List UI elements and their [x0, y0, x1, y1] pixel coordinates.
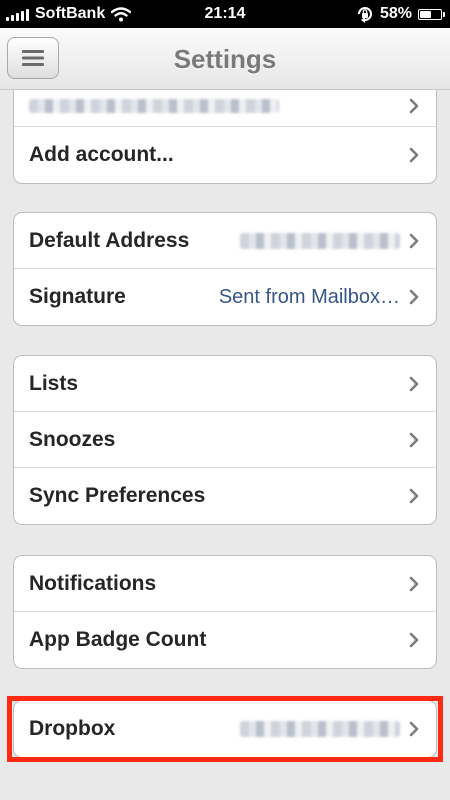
- chevron-right-icon: [409, 147, 419, 163]
- chevron-right-icon: [409, 488, 419, 504]
- redacted-account: [29, 98, 279, 113]
- app-badge-count-label: App Badge Count: [29, 628, 207, 651]
- battery-percent: 58%: [379, 5, 412, 22]
- battery-fill: [420, 10, 431, 18]
- redacted-dropbox-account: [240, 721, 400, 737]
- status-bar: SoftBank 21:14 58%: [0, 0, 450, 28]
- chevron-right-icon: [409, 576, 419, 591]
- dropbox-row[interactable]: Dropbox: [14, 701, 436, 757]
- navigation-bar: Settings: [0, 28, 450, 90]
- signature-row[interactable]: Signature Sent from Mailbox…: [14, 269, 436, 325]
- add-account-label: Add account...: [29, 143, 174, 166]
- chevron-right-icon: [409, 289, 419, 305]
- alerts-group: Notifications App Badge Count: [13, 555, 437, 669]
- orientation-lock-icon: [357, 7, 372, 23]
- default-address-label: Default Address: [29, 228, 190, 252]
- redacted-address: [240, 232, 400, 249]
- lists-row[interactable]: Lists: [14, 356, 436, 412]
- snoozes-row[interactable]: Snoozes: [14, 412, 436, 468]
- organization-group: Lists Snoozes Sync Preferences: [13, 355, 437, 525]
- battery-icon: [418, 8, 445, 20]
- notifications-label: Notifications: [29, 571, 157, 595]
- dropbox-label: Dropbox: [29, 717, 116, 740]
- status-right: 58%: [356, 0, 445, 28]
- chevron-right-icon: [409, 432, 419, 447]
- lists-label: Lists: [29, 371, 79, 395]
- chevron-right-icon: [409, 632, 419, 648]
- signature-label: Signature: [29, 285, 126, 308]
- chevron-right-icon: [409, 376, 419, 391]
- add-account-row[interactable]: Add account...: [14, 127, 436, 183]
- services-group: Dropbox: [13, 700, 437, 758]
- page-title: Settings: [173, 44, 277, 74]
- chevron-right-icon: [409, 233, 419, 248]
- sync-preferences-label: Sync Preferences: [29, 484, 206, 507]
- identity-group: Default Address Signature Sent from Mail…: [13, 212, 437, 326]
- notifications-row[interactable]: Notifications: [14, 556, 436, 612]
- sync-preferences-row[interactable]: Sync Preferences: [14, 468, 436, 524]
- chevron-right-icon: [409, 721, 419, 737]
- app-badge-count-row[interactable]: App Badge Count: [14, 612, 436, 668]
- default-address-row[interactable]: Default Address: [14, 213, 436, 269]
- snoozes-label: Snoozes: [29, 427, 116, 451]
- chevron-right-icon: [409, 98, 419, 113]
- signature-value: Sent from Mailbox…: [218, 285, 400, 308]
